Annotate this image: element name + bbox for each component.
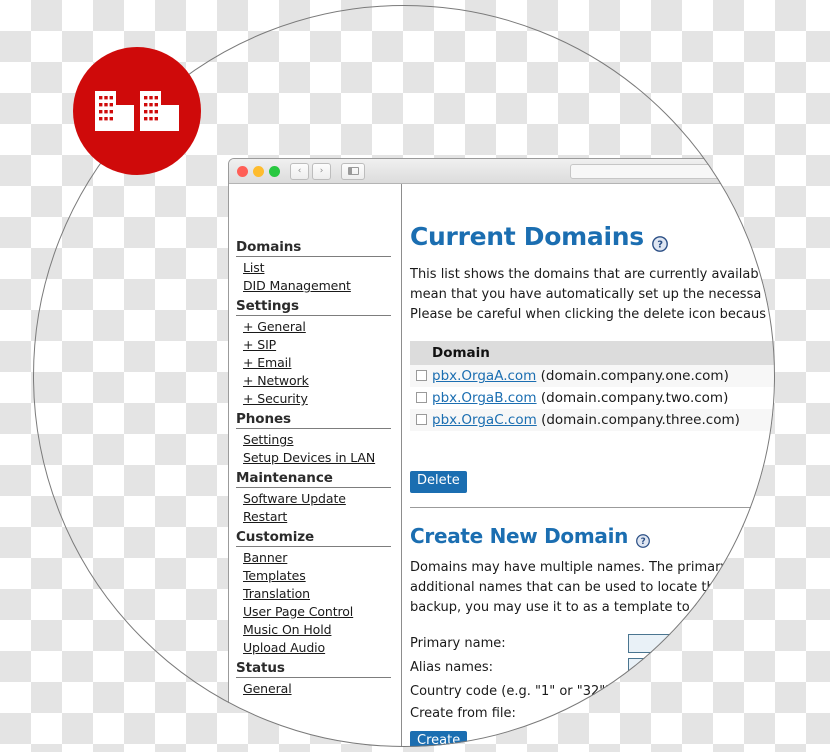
sidebar-item-did-management[interactable]: DID Management (243, 278, 351, 293)
sidebar-item-music-on-hold[interactable]: Music On Hold (243, 622, 332, 637)
sidebar-item-network[interactable]: + Network (243, 373, 309, 388)
form-row-alias-names: Alias names: (410, 658, 775, 678)
sidebar-item-templates[interactable]: Templates (243, 568, 306, 583)
domain-link[interactable]: pbx.OrgaA.com (432, 368, 536, 384)
description-line-1: This list shows the domains that are cur… (410, 267, 759, 282)
sidebar-panel-icon (347, 167, 359, 175)
navigation-sidebar: Domains List DID Management Settings + G… (229, 184, 402, 747)
back-button[interactable]: ‹ (290, 162, 309, 180)
sidebar-section-customize: Customize (236, 529, 391, 547)
question-mark-icon[interactable]: ? (651, 229, 668, 252)
domain-link[interactable]: pbx.OrgaC.com (432, 412, 537, 428)
browser-window: ‹ › Domains List DID Management Settings… (228, 158, 775, 747)
page-body: Domains List DID Management Settings + G… (229, 184, 775, 747)
table-row[interactable]: pbx.OrgaB.com (domain.company.two.com) (410, 387, 775, 410)
description-line-3: Please be careful when clicking the dele… (410, 307, 766, 323)
question-mark-icon[interactable]: ? (636, 529, 651, 548)
browser-titlebar: ‹ › (229, 159, 775, 184)
domain-cell: pbx.OrgaB.com (domain.company.two.com) (410, 387, 775, 410)
two-buildings-logo (73, 47, 201, 175)
minimize-window-button[interactable] (253, 165, 264, 177)
current-domains-heading-text: Current Domains (410, 222, 644, 251)
description-line-2: mean that you have automatically set up … (410, 287, 762, 303)
main-content: Current Domains ? This list shows the do… (402, 184, 775, 747)
sidebar-section-settings: Settings (236, 298, 391, 316)
primary-name-label: Primary name: (410, 636, 506, 652)
domains-table: Domain Us pbx.OrgaA.com (domain.company.… (410, 341, 775, 432)
create-from-file-label: Create from file: (410, 706, 516, 722)
sidebar-item-list[interactable]: List (243, 260, 265, 275)
country-code-label: Country code (e.g. "1" or "32"): (410, 684, 615, 700)
sidebar-section-maintenance: Maintenance (236, 470, 391, 488)
primary-name-input[interactable] (628, 634, 706, 654)
domain-alias: (domain.company.two.com) (540, 390, 729, 407)
domain-alias: (domain.company.one.com) (540, 368, 729, 385)
alias-names-input[interactable] (628, 658, 706, 678)
buildings-icon (95, 91, 179, 131)
create-domain-heading-text: Create New Domain (410, 523, 629, 548)
navigation-buttons: ‹ › (290, 162, 331, 180)
sidebar-item-restart[interactable]: Restart (243, 509, 287, 524)
svg-text:?: ? (657, 239, 663, 250)
forward-button[interactable]: › (312, 162, 331, 180)
window-traffic-lights (237, 165, 280, 177)
domain-alias: (domain.company.three.com) (541, 412, 740, 429)
sidebar-item-email[interactable]: + Email (243, 355, 292, 370)
form-row-create-from-file: Create from file: (410, 706, 775, 721)
create-description-line-2: additional names that can be used to loc… (410, 579, 723, 595)
table-header-row: Domain Us (410, 341, 775, 366)
current-domains-description: This list shows the domains that are cur… (410, 265, 775, 325)
sidebar-item-banner[interactable]: Banner (243, 550, 287, 565)
row-select-checkbox[interactable] (416, 392, 427, 404)
sidebar-item-sip[interactable]: + SIP (243, 337, 276, 352)
domain-cell: pbx.OrgaC.com (domain.company.three.com) (410, 409, 775, 432)
domain-cell: pbx.OrgaA.com (domain.company.one.com) (410, 365, 775, 388)
sidebar-item-upload-audio[interactable]: Upload Audio (243, 640, 325, 655)
sidebar-section-status: Status (236, 660, 391, 678)
sidebar-toggle-button[interactable] (341, 162, 365, 180)
column-header-domain[interactable]: Domain (410, 341, 775, 366)
zoom-window-button[interactable] (269, 165, 280, 177)
create-description-line-3: backup, you may use it to as a template … (410, 599, 707, 615)
sidebar-item-status-general[interactable]: General (243, 681, 292, 696)
table-row[interactable]: pbx.OrgaA.com (domain.company.one.com) (410, 365, 775, 388)
table-row[interactable]: pbx.OrgaC.com (domain.company.three.com) (410, 409, 775, 432)
sidebar-item-security[interactable]: + Security (243, 391, 308, 406)
create-button[interactable]: Create (410, 731, 468, 747)
form-row-country-code: Country code (e.g. "1" or "32"): (410, 682, 775, 702)
sidebar-item-software-update[interactable]: Software Update (243, 491, 346, 506)
address-bar-input[interactable] (570, 163, 775, 179)
page-title-create-new-domain: Create New Domain ? (410, 524, 775, 548)
alias-names-label: Alias names: (410, 660, 494, 676)
row-select-checkbox[interactable] (416, 414, 427, 426)
svg-text:?: ? (641, 537, 646, 547)
sidebar-section-phones: Phones (236, 411, 391, 429)
create-description-line-1: Domains may have multiple names. The pri… (410, 559, 729, 575)
sidebar-item-phone-settings[interactable]: Settings (243, 432, 294, 447)
form-row-primary-name: Primary name: (410, 634, 775, 654)
create-domain-description: Domains may have multiple names. The pri… (410, 558, 775, 618)
sidebar-item-user-page-control[interactable]: User Page Control (243, 604, 353, 619)
sidebar-item-translation[interactable]: Translation (243, 586, 310, 601)
row-select-checkbox[interactable] (416, 370, 427, 382)
section-divider (410, 506, 775, 508)
sidebar-item-general[interactable]: + General (243, 319, 306, 334)
page-title-current-domains: Current Domains ? (410, 222, 775, 252)
country-code-input[interactable] (628, 682, 656, 702)
sidebar-section-domains: Domains (236, 239, 391, 257)
sidebar-item-setup-devices-in-lan[interactable]: Setup Devices in LAN (243, 450, 375, 465)
delete-button[interactable]: Delete (410, 471, 467, 493)
close-window-button[interactable] (237, 165, 248, 177)
domain-link[interactable]: pbx.OrgaB.com (432, 390, 537, 406)
